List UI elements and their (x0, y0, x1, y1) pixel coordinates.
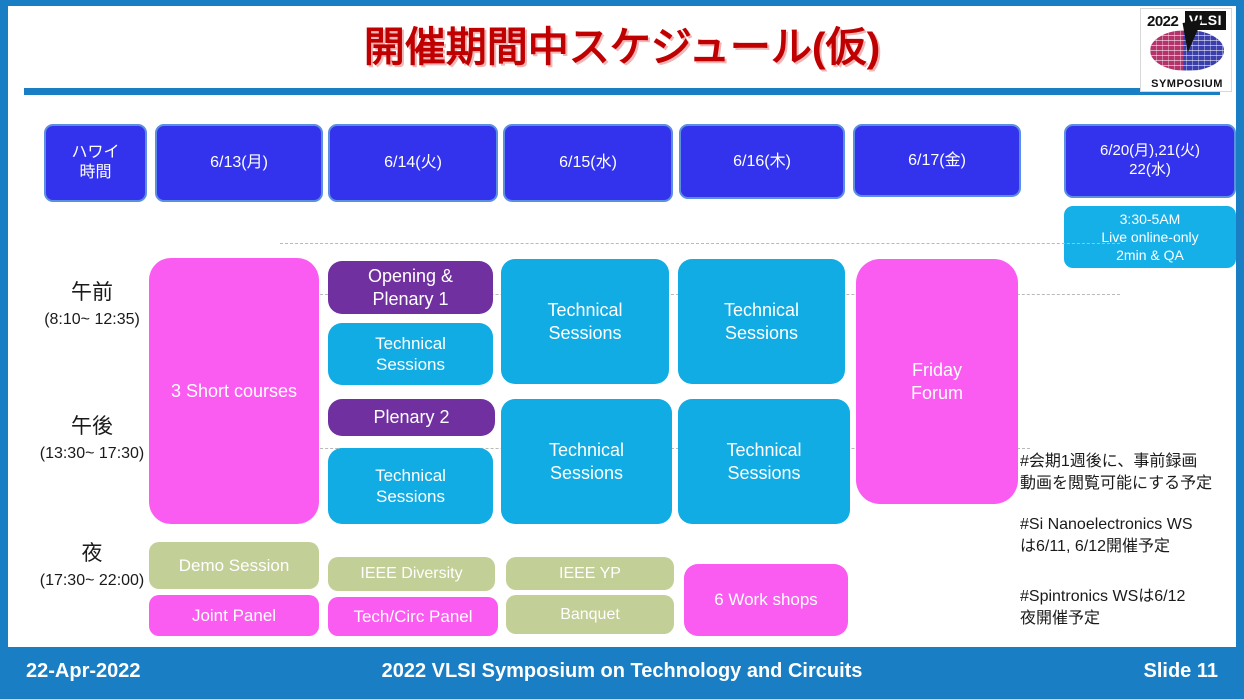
session-technical-thu-pm[interactable]: Technical Sessions (678, 399, 850, 524)
vlsi-symposium-logo: 2022 VLSI SYMPOSIUM (1140, 8, 1232, 92)
day-header-jun13[interactable]: 6/13(月) (155, 124, 323, 202)
row-label-afternoon-time: (13:30~ 17:30) (39, 445, 145, 463)
day-header-jun16[interactable]: 6/16(木) (679, 124, 845, 199)
session-technical-wed-pm[interactable]: Technical Sessions (501, 399, 672, 524)
slide-root: 開催期間中スケジュール(仮) 2022 VLSI SYMPOSIUM ハワイ 時… (0, 0, 1244, 699)
footer-conference-title: 2022 VLSI Symposium on Technology and Ci… (381, 660, 863, 682)
session-6-work-shops[interactable]: 6 Work shops (684, 564, 848, 636)
row-label-afternoon: 午後 (13:30~ 17:30) (32, 412, 152, 466)
divider-top (280, 243, 1120, 244)
logo-year-label: 2022 (1147, 13, 1179, 30)
row-label-morning-jp: 午前 (71, 281, 113, 304)
session-ieee-diversity[interactable]: IEEE Diversity (328, 557, 495, 591)
session-opening-plenary-1[interactable]: Opening & Plenary 1 (328, 261, 493, 314)
session-3-short-courses[interactable]: 3 Short courses (149, 258, 319, 524)
session-tech-circ-panel[interactable]: Tech/Circ Panel (328, 597, 498, 636)
day-header-jun20-22[interactable]: 6/20(月),21(火) 22(水) (1064, 124, 1236, 198)
row-label-morning: 午前 (8:10~ 12:35) (32, 278, 152, 332)
day-header-jun15[interactable]: 6/15(水) (503, 124, 673, 202)
day-header-jun17[interactable]: 6/17(金) (853, 124, 1021, 197)
session-technical-tue-pm[interactable]: Technical Sessions (328, 448, 493, 524)
row-label-evening-jp: 夜 (81, 542, 103, 565)
note-spintronics-ws: #Spintronics WSは6/12 夜開催予定 (1020, 588, 1186, 627)
slide-canvas: 開催期間中スケジュール(仮) 2022 VLSI SYMPOSIUM ハワイ 時… (8, 6, 1236, 647)
live-online-only-chip[interactable]: 3:30-5AM Live online-only 2min & QA (1064, 206, 1236, 268)
note-si-nanoelectronics-ws: #Si Nanoelectronics WS は6/11, 6/12開催予定 (1020, 516, 1193, 555)
day-header-hawaii-time[interactable]: ハワイ 時間 (44, 124, 147, 202)
footer-slide-number: Slide 11 (1143, 660, 1219, 682)
session-technical-thu-am[interactable]: Technical Sessions (678, 259, 845, 384)
session-friday-forum[interactable]: Friday Forum (856, 259, 1018, 504)
page-title: 開催期間中スケジュール(仮) (363, 24, 881, 70)
row-label-evening-time: (17:30~ 22:00) (39, 572, 145, 590)
session-joint-panel[interactable]: Joint Panel (149, 595, 319, 636)
session-plenary-2[interactable]: Plenary 2 (328, 399, 495, 436)
session-banquet[interactable]: Banquet (506, 595, 674, 634)
row-label-morning-time: (8:10~ 12:35) (44, 311, 140, 329)
session-demo-session[interactable]: Demo Session (149, 542, 319, 589)
title-divider (24, 88, 1220, 95)
session-ieee-yp[interactable]: IEEE YP (506, 557, 674, 590)
logo-wordmark: SYMPOSIUM (1151, 78, 1223, 90)
note-recorded-video: #会期1週後に、事前録画 動画を閲覧可能にする予定 (1020, 453, 1213, 492)
row-label-evening: 夜 (17:30~ 22:00) (32, 539, 152, 593)
session-technical-wed-am[interactable]: Technical Sessions (501, 259, 669, 384)
row-label-afternoon-jp: 午後 (71, 415, 113, 438)
session-technical-tue-am[interactable]: Technical Sessions (328, 323, 493, 385)
slide-footer: 22-Apr-2022 2022 VLSI Symposium on Techn… (0, 647, 1244, 699)
day-header-jun14[interactable]: 6/14(火) (328, 124, 498, 202)
